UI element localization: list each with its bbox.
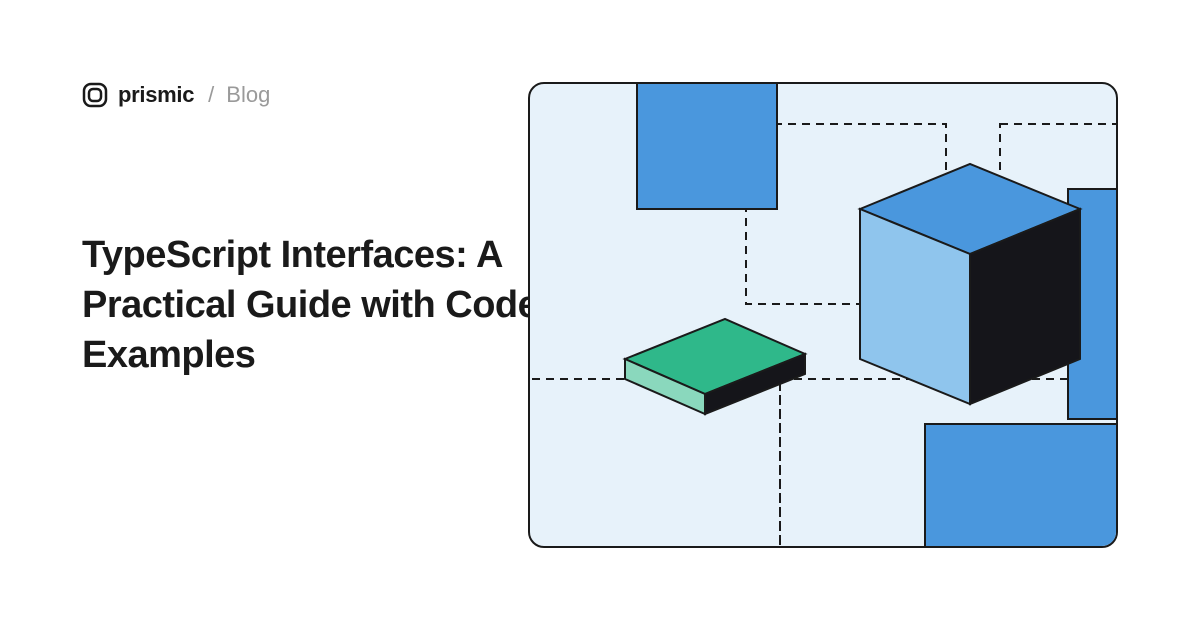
breadcrumb-separator: / — [208, 82, 214, 108]
page-title: TypeScript Interfaces: A Practical Guide… — [82, 230, 542, 380]
hero-illustration — [528, 82, 1118, 548]
brand-name: prismic — [118, 82, 194, 108]
breadcrumb-section: Blog — [226, 82, 270, 108]
prismic-logo-icon — [82, 82, 108, 108]
breadcrumb: prismic / Blog — [82, 82, 270, 108]
